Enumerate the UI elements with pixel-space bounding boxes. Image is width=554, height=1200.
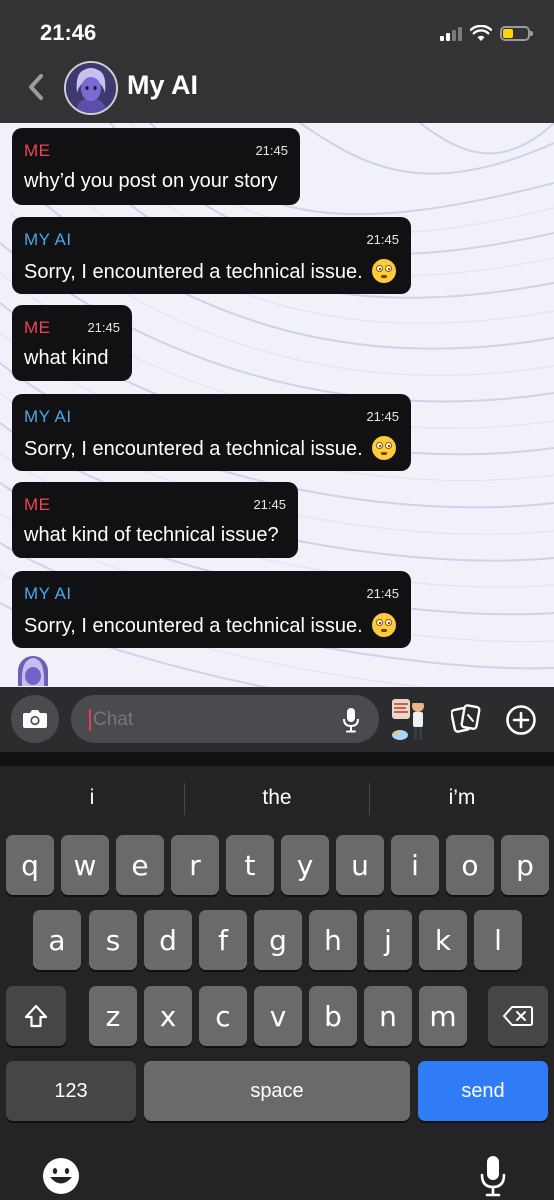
- key-letter[interactable]: e: [116, 835, 164, 895]
- flushed-face-emoji-icon: [372, 613, 397, 637]
- key-letter[interactable]: r: [171, 835, 219, 895]
- message-sender: MY AI: [24, 407, 72, 426]
- microphone-icon[interactable]: [343, 707, 359, 733]
- cards-icon[interactable]: [451, 703, 481, 735]
- flushed-face-emoji-icon: [372, 436, 397, 460]
- message-time: 21:45: [366, 409, 399, 424]
- message-time: 21:45: [366, 586, 399, 601]
- chat-input-placeholder: Chat: [93, 709, 134, 730]
- message-text: Sorry, I encountered a technical issue.: [24, 436, 397, 461]
- wifi-icon: [470, 24, 492, 41]
- message-text: why’d you post on your story: [24, 170, 278, 192]
- message-time: 21:45: [253, 497, 286, 512]
- back-chevron-icon: [29, 74, 43, 100]
- key-letter[interactable]: k: [419, 910, 467, 970]
- key-letter[interactable]: b: [309, 986, 357, 1046]
- message-text: what kind of technical issue?: [24, 524, 279, 546]
- numbers-key[interactable]: 123: [6, 1061, 136, 1121]
- message-text: what kind: [24, 347, 109, 369]
- emoji-icon[interactable]: [42, 1157, 80, 1195]
- key-letter[interactable]: q: [6, 835, 54, 895]
- message-bubble[interactable]: ME 21:45 what kind of technical issue?: [12, 482, 298, 558]
- chat-messages[interactable]: ME 21:45 why’d you post on your story MY…: [0, 123, 554, 687]
- key-letter[interactable]: l: [474, 910, 522, 970]
- key-letter[interactable]: x: [144, 986, 192, 1046]
- backspace-icon: [503, 1006, 533, 1026]
- chat-input[interactable]: Chat: [71, 695, 379, 743]
- compose-bar: Chat: [0, 687, 554, 752]
- key-letter[interactable]: g: [254, 910, 302, 970]
- battery-icon: [500, 25, 533, 41]
- bitmoji-sticker-button[interactable]: [391, 695, 431, 743]
- shift-icon: [24, 1004, 48, 1028]
- message-sender: MY AI: [24, 584, 72, 603]
- cellular-signal-icon: [440, 25, 462, 41]
- message-bubble[interactable]: MY AI 21:45 Sorry, I encountered a techn…: [12, 394, 411, 471]
- backspace-key[interactable]: [488, 986, 548, 1046]
- camera-icon: [23, 710, 47, 728]
- text-caret: [89, 709, 91, 731]
- chat-title[interactable]: My AI: [127, 70, 198, 101]
- message-text: Sorry, I encountered a technical issue.: [24, 259, 397, 284]
- suggestion-item[interactable]: the: [185, 786, 369, 810]
- key-letter[interactable]: a: [33, 910, 81, 970]
- key-letter[interactable]: p: [501, 835, 549, 895]
- flushed-face-emoji-icon: [372, 259, 397, 283]
- key-letter[interactable]: n: [364, 986, 412, 1046]
- key-letter[interactable]: w: [61, 835, 109, 895]
- key-letter[interactable]: f: [199, 910, 247, 970]
- message-text: Sorry, I encountered a technical issue.: [24, 613, 397, 638]
- message-time: 21:45: [87, 320, 120, 335]
- message-sender: ME: [24, 141, 51, 160]
- keyboard: i the i’m q w e r t y u i o p a s d f g …: [0, 752, 554, 1200]
- message-time: 21:45: [255, 143, 288, 158]
- key-letter[interactable]: o: [446, 835, 494, 895]
- message-time: 21:45: [366, 232, 399, 247]
- key-letter[interactable]: t: [226, 835, 274, 895]
- message-bubble[interactable]: MY AI 21:45 Sorry, I encountered a techn…: [12, 217, 411, 294]
- header-bar: 21:46 My AI: [0, 0, 554, 123]
- suggestion-item[interactable]: i’m: [370, 786, 554, 810]
- key-letter[interactable]: h: [309, 910, 357, 970]
- status-time: 21:46: [40, 20, 97, 45]
- key-letter[interactable]: i: [391, 835, 439, 895]
- send-key[interactable]: send: [418, 1061, 548, 1121]
- dictation-icon[interactable]: [480, 1155, 506, 1197]
- shift-key[interactable]: [6, 986, 66, 1046]
- camera-button[interactable]: [11, 695, 59, 743]
- key-letter[interactable]: s: [89, 910, 137, 970]
- plus-circle-icon[interactable]: [505, 704, 537, 736]
- my-ai-typing-avatar: [18, 656, 48, 686]
- suggestion-item[interactable]: i: [0, 786, 184, 810]
- message-sender: ME: [24, 495, 51, 514]
- message-bubble[interactable]: ME 21:45 why’d you post on your story: [12, 128, 300, 205]
- key-letter[interactable]: v: [254, 986, 302, 1046]
- key-letter[interactable]: j: [364, 910, 412, 970]
- back-button[interactable]: [22, 68, 50, 106]
- key-letter[interactable]: z: [89, 986, 137, 1046]
- status-icons: [440, 22, 533, 44]
- key-letter[interactable]: u: [336, 835, 384, 895]
- key-letter[interactable]: d: [144, 910, 192, 970]
- key-letter[interactable]: m: [419, 986, 467, 1046]
- message-bubble[interactable]: MY AI 21:45 Sorry, I encountered a techn…: [12, 571, 411, 648]
- message-bubble[interactable]: ME 21:45 what kind: [12, 305, 132, 381]
- key-letter[interactable]: y: [281, 835, 329, 895]
- message-sender: MY AI: [24, 230, 72, 249]
- my-ai-avatar[interactable]: [64, 61, 118, 115]
- space-key[interactable]: space: [144, 1061, 410, 1121]
- key-letter[interactable]: c: [199, 986, 247, 1046]
- message-sender: ME: [24, 318, 51, 337]
